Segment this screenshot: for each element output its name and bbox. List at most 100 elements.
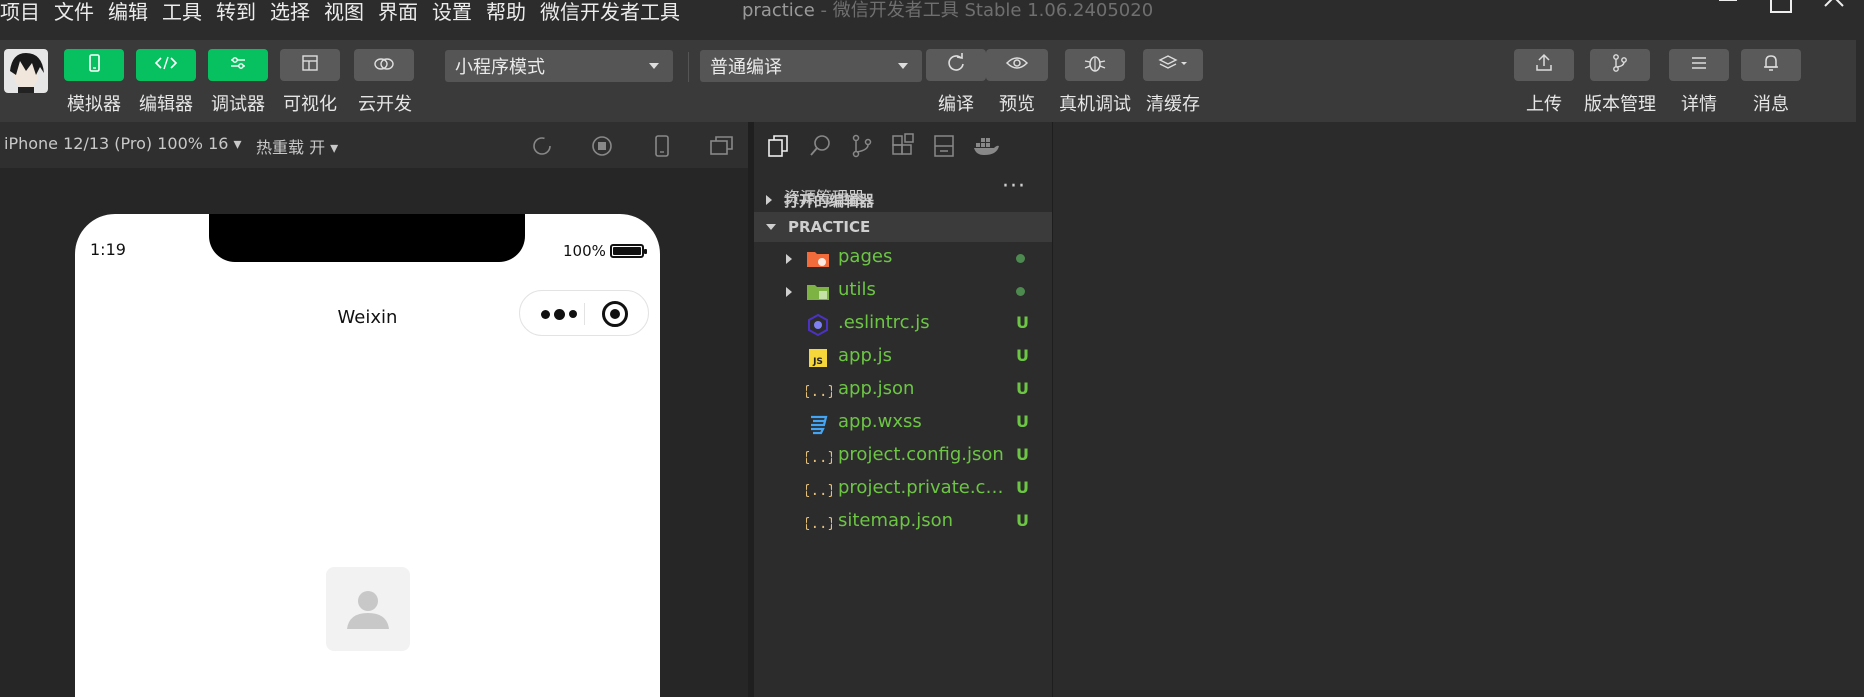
storage-icon[interactable] xyxy=(931,133,957,159)
version-control-button[interactable] xyxy=(1590,49,1650,81)
visual-toggle-button[interactable] xyxy=(280,49,340,81)
status-bar-battery-text: 100% xyxy=(563,242,606,260)
tree-item-file[interactable]: {..} project.config.json U xyxy=(754,440,1052,473)
menu-item-tools[interactable]: 工具 xyxy=(162,0,202,25)
compile-button[interactable] xyxy=(926,49,986,81)
messages-button[interactable] xyxy=(1741,49,1801,81)
menu-item-select[interactable]: 选择 xyxy=(270,0,310,25)
minimize-icon[interactable] xyxy=(1718,0,1738,25)
real-device-debug-button[interactable] xyxy=(1065,49,1125,81)
debugger-toggle-button[interactable] xyxy=(208,49,268,81)
battery-icon xyxy=(610,244,647,258)
visual-label: 可视化 xyxy=(283,94,337,115)
cloud-icon xyxy=(373,55,395,75)
chevron-down-icon xyxy=(766,224,776,230)
clear-cache-button[interactable] xyxy=(1143,49,1203,81)
docker-icon[interactable] xyxy=(972,133,999,159)
tree-item-file[interactable]: {..} sitemap.json U xyxy=(754,506,1052,539)
mode-select[interactable]: 小程序模式 xyxy=(445,50,673,82)
tree-item-file[interactable]: {..} project.private.co... U xyxy=(754,473,1052,506)
more-icon[interactable] xyxy=(534,304,584,324)
chevron-right-icon xyxy=(766,195,772,205)
tree-item-folder[interactable]: utils xyxy=(754,275,1052,308)
project-section[interactable]: PRACTICE xyxy=(754,212,1052,242)
close-icon[interactable] xyxy=(1822,0,1846,25)
menu-item-interface[interactable]: 界面 xyxy=(378,0,418,25)
device-frame-icon[interactable] xyxy=(650,134,674,158)
preview-label: 预览 xyxy=(999,94,1035,115)
menu-item-wechat-devtools[interactable]: 微信开发者工具 xyxy=(540,0,680,25)
tree-item-file[interactable]: .eslintrc.js U xyxy=(754,308,1052,341)
extensions-icon[interactable] xyxy=(890,133,916,159)
project-section-label: PRACTICE xyxy=(788,218,871,236)
rotate-icon[interactable] xyxy=(530,134,554,158)
details-label: 详情 xyxy=(1681,94,1717,115)
css-icon xyxy=(806,412,830,436)
editor-area xyxy=(1052,122,1864,697)
maximize-icon[interactable] xyxy=(1768,0,1794,25)
menu-item-edit[interactable]: 编辑 xyxy=(108,0,148,25)
editor-toggle-button[interactable] xyxy=(136,49,196,81)
menu-item-view[interactable]: 视图 xyxy=(324,0,364,25)
menu-item-project[interactable]: 项目 xyxy=(0,0,40,25)
details-button[interactable] xyxy=(1669,49,1729,81)
tree-item-file[interactable]: {..} app.json U xyxy=(754,374,1052,407)
avatar[interactable] xyxy=(4,49,48,93)
js-icon: JS xyxy=(806,346,830,370)
open-editors-label: 打开的编辑器 xyxy=(784,191,875,210)
mode-select-value: 小程序模式 xyxy=(455,57,545,78)
untracked-status: U xyxy=(1016,511,1029,530)
user-icon xyxy=(347,591,389,629)
phone-screen[interactable]: 1:19 100% Weixin xyxy=(75,214,660,697)
menu-item-goto[interactable]: 转到 xyxy=(216,0,256,25)
eye-icon xyxy=(1005,55,1029,75)
svg-text:JS: JS xyxy=(812,357,823,367)
clear-cache-label: 清缓存 xyxy=(1146,94,1200,115)
source-control-icon[interactable] xyxy=(849,133,875,159)
upload-icon xyxy=(1534,53,1554,77)
device-select[interactable]: iPhone 12/13 (Pro) 100% 16 ▾ xyxy=(4,134,242,153)
tree-item-label: app.js xyxy=(838,345,892,366)
files-icon[interactable] xyxy=(766,133,792,159)
search-icon[interactable] xyxy=(808,133,834,159)
menu-item-settings[interactable]: 设置 xyxy=(432,0,472,25)
simulator-header: iPhone 12/13 (Pro) 100% 16 ▾ 热重载 开 ▾ xyxy=(0,122,752,168)
tree-item-label: app.json xyxy=(838,378,915,399)
upload-button[interactable] xyxy=(1514,49,1574,81)
chevron-down-icon xyxy=(649,63,659,69)
open-editors-section[interactable]: 打开的编辑器 xyxy=(754,185,1052,215)
menu-item-help[interactable]: 帮助 xyxy=(486,0,526,25)
preview-button[interactable] xyxy=(986,49,1048,81)
close-miniprogram-icon[interactable] xyxy=(602,301,628,327)
cloud-dev-button[interactable] xyxy=(354,49,414,81)
menu-item-file[interactable]: 文件 xyxy=(54,0,94,25)
bell-icon xyxy=(1762,53,1780,77)
branch-icon xyxy=(1610,53,1630,77)
tree-item-file[interactable]: app.wxss U xyxy=(754,407,1052,440)
tree-item-label: app.wxss xyxy=(838,411,922,432)
sliders-icon xyxy=(229,55,247,75)
chevron-down-icon xyxy=(898,63,908,69)
svg-text:{..}: {..} xyxy=(806,450,832,466)
tree-item-file[interactable]: JS app.js U xyxy=(754,341,1052,374)
tree-item-label: project.config.json xyxy=(838,444,1004,465)
user-avatar-placeholder[interactable] xyxy=(326,567,410,651)
capsule-divider xyxy=(584,303,585,325)
hot-reload-toggle[interactable]: 热重载 开 ▾ xyxy=(256,134,338,158)
activity-bar xyxy=(754,122,1052,168)
window-title: practice - 微信开发者工具 Stable 1.06.2405020 xyxy=(742,0,1153,22)
menu-bar: 项目 文件 编辑 工具 转到 选择 视图 界面 设置 帮助 微信开发者工具 xyxy=(0,0,694,25)
tree-item-folder[interactable]: pages xyxy=(754,242,1052,275)
editor-label: 编辑器 xyxy=(139,94,193,115)
compile-mode-select[interactable]: 普通编译 xyxy=(700,50,922,82)
code-icon xyxy=(154,55,178,75)
detach-window-icon[interactable] xyxy=(709,134,733,158)
chevron-right-icon xyxy=(786,254,792,264)
layers-icon xyxy=(1158,54,1188,76)
capsule-menu xyxy=(519,290,649,336)
stop-icon[interactable] xyxy=(590,134,614,158)
simulator-toggle-button[interactable] xyxy=(64,49,124,81)
window-edge xyxy=(1856,40,1864,122)
title-bar: 项目 文件 编辑 工具 转到 选择 视图 界面 设置 帮助 微信开发者工具 pr… xyxy=(0,0,1864,40)
eslint-icon xyxy=(806,313,830,337)
